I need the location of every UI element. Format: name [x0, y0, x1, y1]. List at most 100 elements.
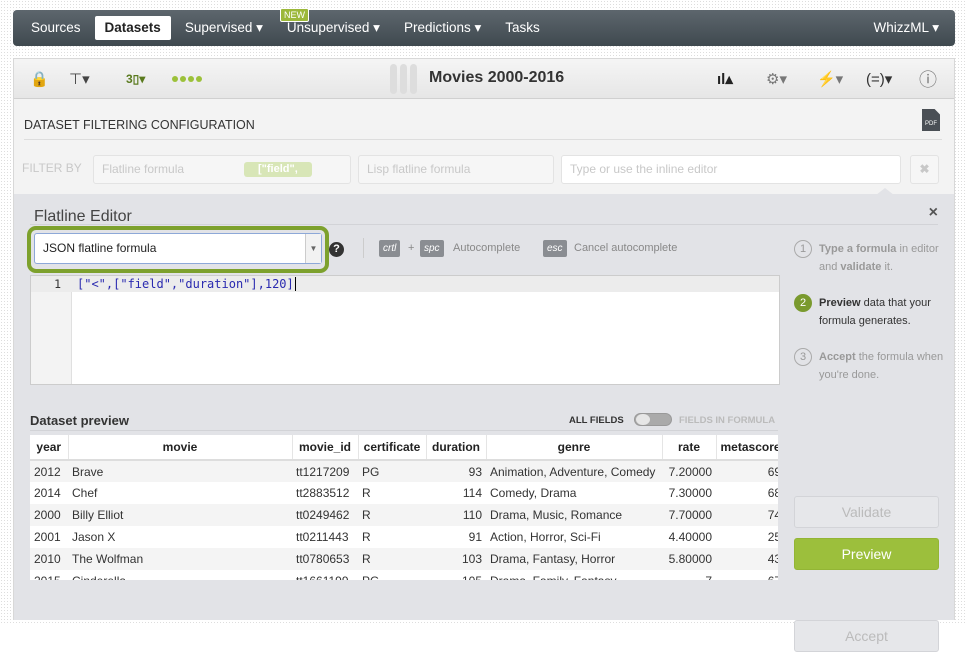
step-bold: Type a formula	[819, 243, 897, 255]
cell-metascore: 68	[767, 486, 778, 500]
cell-rate: 5.80000	[662, 548, 716, 570]
dataset-panel: 🔒 ⊤▾ 3▯▾ Movies 2000-2016 ıl▴ ⚙▾ ⚡▾ (=)▾…	[13, 58, 955, 652]
cell-duration: 114	[462, 486, 482, 500]
page-title: Movies 2000-2016	[429, 69, 565, 86]
cell-movie_id: tt2883512	[296, 486, 350, 500]
cell-genre: Drama, Music, Romance	[486, 504, 662, 526]
toolbar: 🔒 ⊤▾ 3▯▾ Movies 2000-2016 ıl▴ ⚙▾ ⚡▾ (=)▾…	[14, 59, 954, 99]
validate-button[interactable]: Validate	[794, 496, 939, 528]
code-editor[interactable]: 1 ["<",["field","duration"],120]	[30, 275, 780, 385]
counter-icon[interactable]: 3▯▾	[126, 59, 145, 99]
cell-certificate: R	[362, 530, 371, 544]
lisp-formula-select[interactable]: Lisp flatline formula	[358, 155, 554, 184]
table-row: 2001 Jason X tt0211443 R 91 Action, Horror, S…	[30, 526, 778, 548]
chart-config-icon[interactable]: ıl▴	[717, 59, 733, 99]
column-header-genre[interactable]: genre	[486, 435, 663, 461]
table-row: 2000 Billy Elliot tt0249462 R 110 Drama, Musi…	[30, 504, 778, 526]
preview-button[interactable]: Preview	[794, 538, 939, 570]
nav-item-predictions[interactable]: Predictions ▾	[394, 16, 491, 40]
lock-icon[interactable]: 🔒	[30, 59, 49, 99]
cell-certificate: PG	[358, 570, 426, 580]
column-header-movie_id[interactable]: movie_id	[292, 435, 359, 461]
gear-icon[interactable]: ⚙▾	[766, 59, 787, 99]
cell-rate: 7.30000	[668, 486, 712, 500]
fields-in-formula-label[interactable]: FIELDS IN FORMULA	[679, 415, 775, 426]
sample-dots-icon[interactable]	[172, 76, 202, 82]
cell-metascore: 69	[716, 460, 778, 482]
step-text2: it.	[881, 261, 894, 273]
kbd-space: spc	[420, 240, 444, 257]
pdf-icon[interactable]: PDF	[922, 109, 940, 131]
chevron-down-icon: ▼	[305, 234, 321, 263]
column-header-rate[interactable]: rate	[662, 435, 717, 461]
cell-genre: Action, Horror, Sci-Fi	[490, 530, 601, 544]
nav-item-supervised[interactable]: Supervised ▾	[175, 16, 273, 40]
help-icon[interactable]: ?	[329, 242, 344, 257]
formula-type-select[interactable]: Flatline formula ["field",	[93, 155, 351, 184]
cell-duration: 103	[426, 548, 486, 570]
cell-movie_id: tt0249462	[292, 504, 358, 526]
step-1: 1 Type a formula in editor and validate i…	[794, 240, 944, 276]
kbd-ctrl: crtl	[379, 240, 401, 257]
whizzml-menu[interactable]: WhizzML ▾	[873, 20, 939, 36]
cell-movie: The Wolfman	[68, 548, 292, 570]
column-header-duration[interactable]: duration	[426, 435, 487, 461]
top-nav: Sources Datasets Supervised ▾ Unsupervised …	[13, 10, 955, 46]
table-row: 2015Cinderellatt1661199PG105Drama, Famil…	[30, 570, 778, 580]
fields-toggle[interactable]	[634, 413, 672, 426]
formula-code[interactable]: ["<",["field","duration"],120]	[77, 277, 296, 291]
table-row: 2010 The Wolfman tt0780653 R 103 Drama, Fanta…	[30, 548, 778, 570]
format-select-value: JSON flatline formula	[43, 241, 157, 255]
line-number: 1	[54, 277, 61, 291]
cell-movie: Chef	[72, 486, 98, 500]
divider	[30, 224, 938, 225]
flatline-editor: Flatline Editor × JSON flatline formula ▼…	[14, 194, 954, 652]
cell-duration: 91	[468, 530, 482, 544]
cell-year: 2001	[34, 530, 61, 544]
cell-metascore: 43	[716, 548, 778, 570]
cell-genre: Drama, Fantasy, Horror	[486, 548, 662, 570]
cell-movie: Brave	[68, 460, 292, 482]
step-bold2: validate	[840, 261, 882, 273]
cell-movie: Billy Elliot	[68, 504, 292, 526]
nav-item-datasets[interactable]: Datasets	[94, 16, 171, 40]
cell-rate: 7.20000	[662, 460, 716, 482]
formula-type-value: Flatline formula	[102, 162, 185, 176]
cell-duration: 93	[426, 460, 486, 482]
step-bold: Preview	[819, 297, 861, 309]
close-icon[interactable]: ×	[929, 204, 938, 222]
cell-rate: 7.70000	[662, 504, 716, 526]
cell-movie: Jason X	[72, 530, 116, 544]
column-header-certificate[interactable]: certificate	[358, 435, 427, 461]
column-header-metascore[interactable]: metascore	[716, 435, 778, 461]
preview-table-container[interactable]: year movie movie_id certificate duration genr…	[30, 435, 778, 580]
step-3: 3 Accept the formula when you're done.	[794, 348, 944, 384]
info-icon[interactable]: ⓘ	[919, 59, 937, 99]
cell-movie: Cinderella	[68, 570, 292, 580]
cell-year: 2014	[34, 486, 61, 500]
lightning-icon[interactable]: ⚡▾	[817, 59, 843, 99]
nav-item-tasks[interactable]: Tasks	[495, 16, 550, 40]
new-badge: NEW	[280, 8, 309, 22]
divider	[363, 238, 364, 258]
cell-certificate: R	[358, 548, 426, 570]
cell-rate: 4.40000	[668, 530, 712, 544]
all-fields-label[interactable]: ALL FIELDS	[569, 415, 624, 426]
plus-sign: +	[408, 242, 415, 254]
formula-input[interactable]: Type or use the inline editor	[561, 155, 901, 184]
preview-table: year movie movie_id certificate duration genr…	[30, 435, 778, 580]
section-heading: DATASET FILTERING CONFIGURATION	[24, 118, 255, 132]
formula-icon[interactable]: (=)▾	[866, 59, 892, 99]
cancel-autocomplete-label: Cancel autocomplete	[574, 242, 678, 254]
nav-item-sources[interactable]: Sources	[21, 16, 91, 40]
cell-genre: Animation, Adventure, Comedy	[486, 460, 662, 482]
cell-genre: Comedy, Drama	[490, 486, 577, 500]
cell-year: 2010	[30, 548, 68, 570]
cell-movie_id: tt1217209	[292, 460, 358, 482]
model-tree-icon[interactable]: ⊤▾	[69, 59, 90, 99]
clear-filter-button[interactable]: ✖	[910, 155, 939, 184]
step-bold: Accept	[819, 351, 856, 363]
format-select[interactable]: JSON flatline formula ▼	[34, 233, 322, 264]
column-header-movie[interactable]: movie	[68, 435, 293, 461]
column-header-year[interactable]: year	[30, 435, 69, 461]
